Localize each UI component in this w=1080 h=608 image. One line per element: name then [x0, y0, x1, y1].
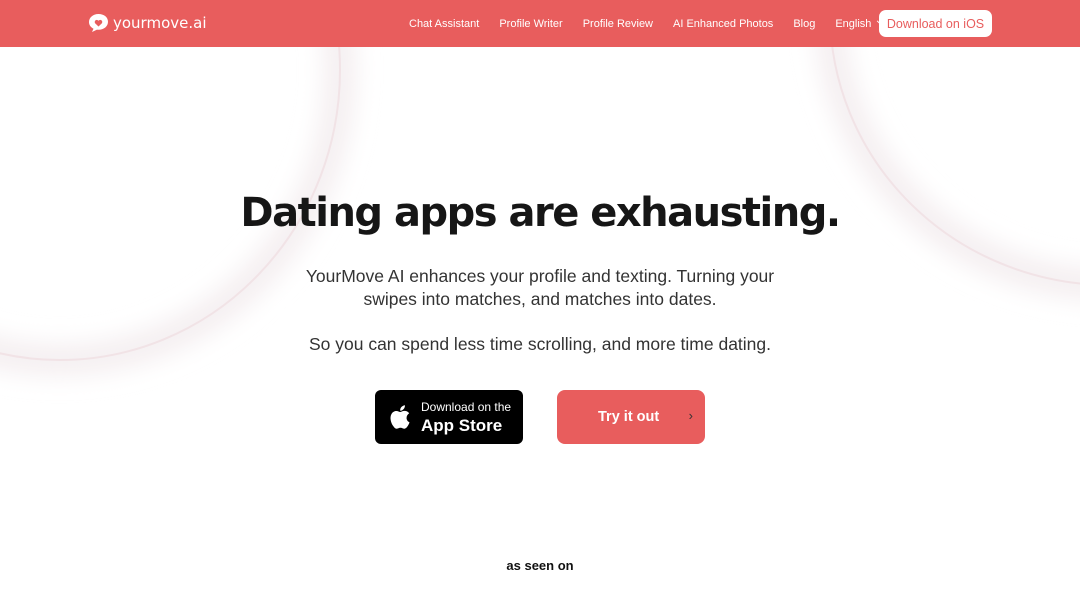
try-it-out-button[interactable]: Try it out ›: [557, 390, 705, 444]
app-store-big-text: App Store: [421, 416, 503, 435]
nav-profile-writer[interactable]: Profile Writer: [499, 18, 562, 30]
hero-tagline: So you can spend less time scrolling, an…: [308, 334, 772, 354]
download-ios-button[interactable]: Download on iOS: [879, 10, 992, 37]
as-seen-on-heading: as seen on: [506, 558, 574, 573]
nav-profile-review[interactable]: Profile Review: [583, 18, 653, 30]
chevron-right-icon: ›: [688, 408, 693, 423]
language-label: English: [835, 17, 872, 30]
apple-icon: [390, 405, 410, 429]
nav-ai-enhanced-photos[interactable]: AI Enhanced Photos: [673, 18, 773, 30]
nav-chat-assistant[interactable]: Chat Assistant: [409, 18, 479, 30]
heart-chat-icon: [89, 14, 108, 32]
hero-title: Dating apps are exhausting.: [240, 190, 841, 236]
hero-subtitle-line1: YourMove AI enhances your profile and te…: [305, 266, 775, 286]
try-it-out-label: Try it out: [598, 409, 660, 425]
brand-name: yourmove.ai: [113, 14, 207, 32]
language-select[interactable]: English: [835, 16, 886, 30]
logo[interactable]: yourmove.ai: [88, 13, 207, 33]
top-nav: yourmove.ai Chat Assistant Profile Write…: [0, 0, 1080, 47]
hero-subtitle: YourMove AI enhances your profile and te…: [0, 265, 1080, 311]
app-store-small-text: Download on the: [421, 400, 512, 414]
hero-subtitle-line2: swipes into matches, and matches into da…: [363, 289, 717, 309]
app-store-button[interactable]: Download on the App Store: [375, 390, 523, 444]
nav-blog[interactable]: Blog: [793, 18, 815, 30]
